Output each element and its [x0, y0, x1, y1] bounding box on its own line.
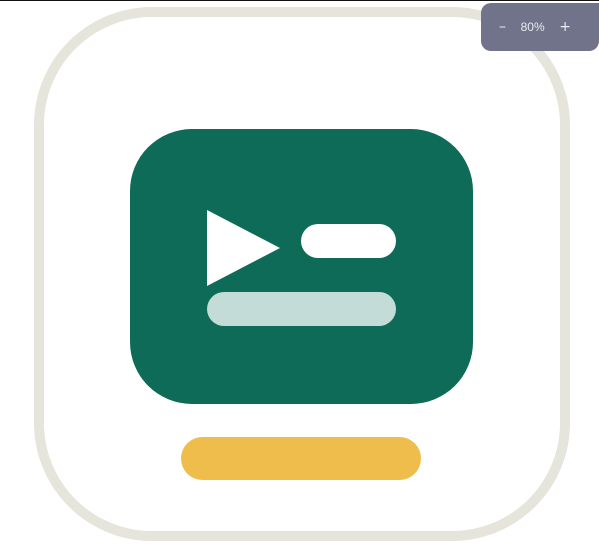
- zoom-level-readout: 80%: [520, 20, 545, 34]
- screen-tile: [130, 129, 473, 404]
- zoom-control: – 80% +: [481, 3, 599, 51]
- zoom-in-button[interactable]: +: [559, 20, 571, 34]
- base-bar: [181, 437, 421, 480]
- play-icon: [207, 210, 280, 286]
- top-edge-rule: [0, 0, 599, 1]
- zoom-out-button[interactable]: –: [499, 20, 506, 34]
- short-line-pill: [301, 224, 396, 258]
- long-line-pill: [207, 292, 396, 326]
